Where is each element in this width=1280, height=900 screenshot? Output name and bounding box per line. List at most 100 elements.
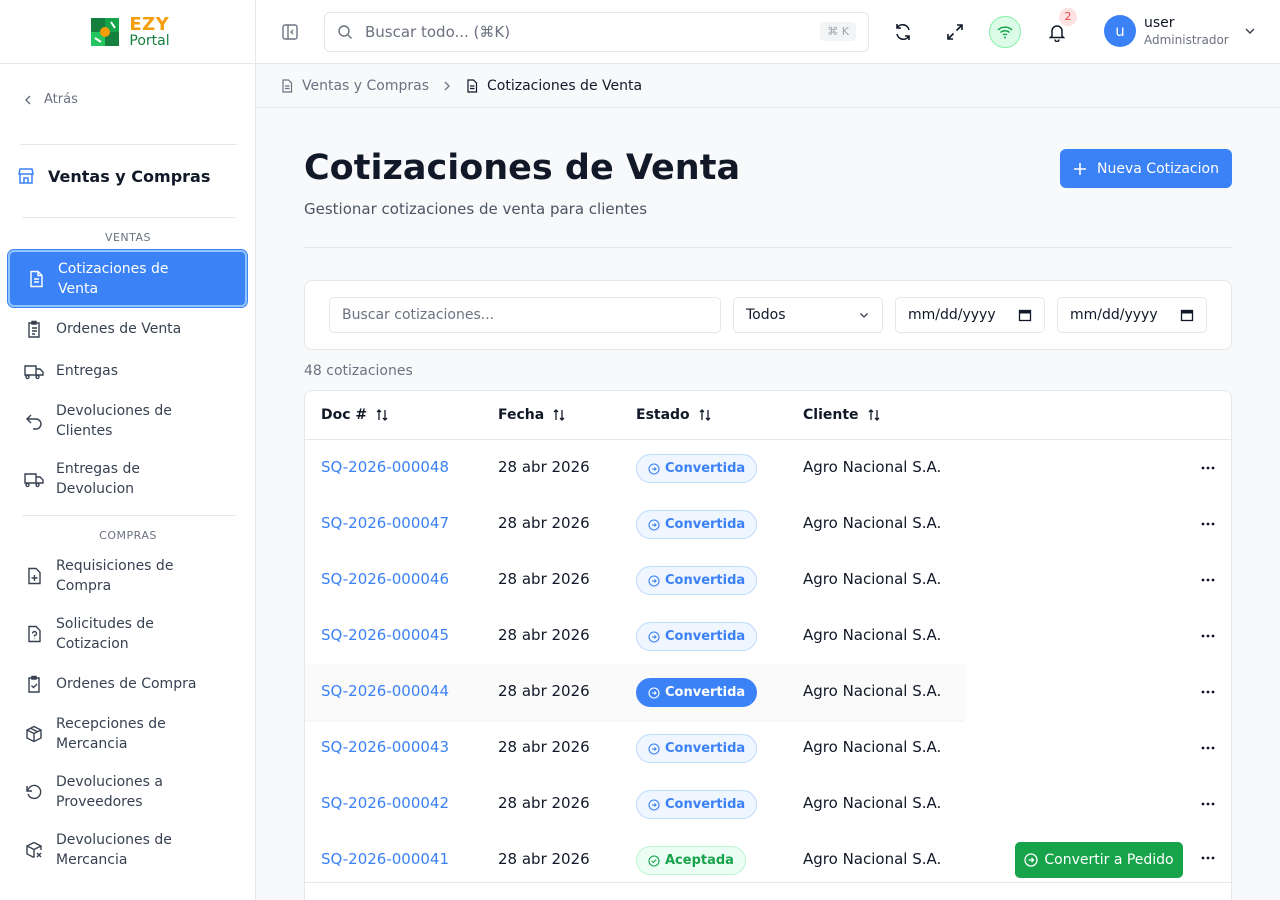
date-from-input[interactable]: mm/dd/yyyy bbox=[895, 297, 1045, 333]
sidebar-item-devoluciones-proveedores[interactable]: Devoluciones a Proveedores bbox=[8, 771, 247, 813]
convert-to-order-button[interactable]: Convertir a Pedido bbox=[1015, 842, 1183, 878]
table-row[interactable]: SQ-2026-000044 28 abr 2026 Convertida Ag… bbox=[305, 664, 965, 720]
table-row[interactable]: SQ-2026-000041 28 abr 2026 Aceptada Agro… bbox=[305, 834, 1231, 882]
column-header-fecha[interactable]: Fecha bbox=[498, 407, 566, 423]
undo-icon bbox=[24, 411, 44, 431]
sidebar-item-entregas[interactable]: Entregas bbox=[8, 360, 247, 382]
panel-left-icon bbox=[282, 24, 298, 40]
table-row[interactable]: SQ-2026-000043 28 abr 2026 Convertida Ag… bbox=[305, 720, 1231, 776]
doc-number-link[interactable]: SQ-2026-000045 bbox=[321, 626, 449, 644]
column-header-estado[interactable]: Estado bbox=[636, 407, 712, 423]
sidebar-toggle-button[interactable] bbox=[274, 16, 306, 48]
status-badge: Convertida bbox=[636, 510, 758, 539]
doc-number-link[interactable]: SQ-2026-000044 bbox=[321, 682, 449, 700]
table-row[interactable]: SQ-2026-000046 28 abr 2026 Convertida Ag… bbox=[305, 552, 1231, 608]
notifications-button[interactable]: 2 bbox=[1041, 8, 1077, 48]
arrow-right-circle-icon bbox=[648, 462, 660, 475]
user-role: Administrador bbox=[1144, 33, 1229, 47]
quote-date: 28 abr 2026 bbox=[498, 738, 590, 756]
row-actions-button[interactable] bbox=[1198, 626, 1218, 646]
user-menu[interactable]: u user Administrador bbox=[1104, 14, 1257, 48]
avatar: u bbox=[1104, 15, 1136, 47]
arrow-right-circle-icon bbox=[648, 798, 660, 811]
chevron-down-icon bbox=[860, 313, 868, 318]
sidebar-item-recepciones-mercancia[interactable]: Recepciones de Mercancia bbox=[8, 713, 247, 755]
truck-icon bbox=[24, 469, 44, 489]
arrow-right-circle-icon bbox=[648, 686, 660, 699]
global-search-placeholder: Buscar todo... (⌘K) bbox=[365, 23, 511, 41]
logo[interactable]: EZY Portal bbox=[85, 12, 170, 52]
row-actions-button[interactable] bbox=[1198, 848, 1218, 868]
quote-date: 28 abr 2026 bbox=[498, 682, 590, 700]
global-search-input[interactable]: Buscar todo... (⌘K) ⌘ K bbox=[324, 12, 869, 52]
status-select[interactable]: Todos bbox=[733, 297, 883, 333]
refresh-button[interactable] bbox=[887, 16, 919, 48]
sidebar: EZY Portal Atrás Ventas y Compras VENTAS… bbox=[0, 0, 256, 900]
page-title: Cotizaciones de Venta bbox=[304, 148, 741, 188]
client-name: Agro Nacional S.A. bbox=[803, 626, 942, 644]
more-horizontal-icon bbox=[1201, 802, 1215, 806]
module-title-label: Ventas y Compras bbox=[48, 166, 211, 186]
doc-number-link[interactable]: SQ-2026-000048 bbox=[321, 458, 449, 476]
quote-search-placeholder: Buscar cotizaciones... bbox=[342, 307, 495, 323]
sidebar-item-entregas-devolucion[interactable]: Entregas de Devolucion bbox=[8, 458, 247, 500]
store-icon bbox=[18, 168, 34, 184]
table-row[interactable]: SQ-2026-000047 28 abr 2026 Convertida Ag… bbox=[305, 496, 1231, 552]
logo-area: EZY Portal bbox=[0, 0, 255, 64]
sidebar-item-solicitudes-cotizacion[interactable]: Solicitudes de Cotizacion bbox=[8, 613, 247, 655]
sidebar-item-requisiciones-compra[interactable]: Requisiciones de Compra bbox=[8, 555, 247, 597]
row-actions-button[interactable] bbox=[1198, 794, 1218, 814]
doc-number-link[interactable]: SQ-2026-000041 bbox=[321, 850, 449, 868]
search-icon bbox=[338, 25, 352, 39]
sidebar-item-ordenes-venta[interactable]: Ordenes de Venta bbox=[8, 318, 247, 340]
sidebar-item-cotizaciones-venta[interactable]: Cotizaciones de Venta bbox=[8, 250, 247, 307]
sidebar-item-label: Cotizaciones de Venta bbox=[58, 260, 169, 297]
sidebar-item-label: Entregas de Devolucion bbox=[56, 461, 140, 497]
sort-icon bbox=[699, 409, 711, 421]
doc-number-link[interactable]: SQ-2026-000042 bbox=[321, 794, 449, 812]
column-header-doc[interactable]: Doc # bbox=[321, 407, 389, 423]
date-to-input[interactable]: mm/dd/yyyy bbox=[1057, 297, 1207, 333]
module-title: Ventas y Compras bbox=[16, 166, 210, 186]
client-name: Agro Nacional S.A. bbox=[803, 682, 942, 700]
sidebar-item-label: Entregas bbox=[56, 363, 119, 379]
status-badge: Convertida bbox=[636, 790, 758, 819]
column-header-cliente[interactable]: Cliente bbox=[803, 407, 881, 423]
sidebar-item-devoluciones-mercancia[interactable]: Devoluciones de Mercancia bbox=[8, 829, 247, 871]
more-horizontal-icon bbox=[1201, 466, 1215, 470]
fullscreen-button[interactable] bbox=[939, 16, 971, 48]
connection-status-button[interactable] bbox=[989, 16, 1021, 48]
table-row[interactable]: SQ-2026-000042 28 abr 2026 Convertida Ag… bbox=[305, 776, 1231, 832]
refresh-icon bbox=[896, 24, 910, 40]
sidebar-item-label: Devoluciones a Proveedores bbox=[56, 774, 163, 810]
sidebar-item-ordenes-compra[interactable]: Ordenes de Compra bbox=[8, 673, 247, 695]
section-label-compras: COMPRAS bbox=[99, 529, 157, 542]
sidebar-item-devoluciones-clientes[interactable]: Devoluciones de Clientes bbox=[8, 400, 247, 442]
status-select-value: Todos bbox=[746, 307, 786, 323]
row-actions-button[interactable] bbox=[1198, 514, 1218, 534]
table-row[interactable]: SQ-2026-000048 28 abr 2026 Convertida Ag… bbox=[305, 440, 1231, 496]
quote-search-input[interactable]: Buscar cotizaciones... bbox=[329, 297, 721, 333]
breadcrumb-parent[interactable]: Ventas y Compras bbox=[302, 78, 429, 94]
file-text-icon bbox=[467, 78, 478, 93]
quote-date: 28 abr 2026 bbox=[498, 458, 590, 476]
row-actions-button[interactable] bbox=[1198, 682, 1218, 702]
row-actions-button[interactable] bbox=[1198, 458, 1218, 478]
breadcrumb-current: Cotizaciones de Venta bbox=[487, 77, 643, 94]
new-quote-button[interactable]: Nueva Cotizacion bbox=[1060, 149, 1232, 188]
user-name: user bbox=[1144, 15, 1175, 31]
more-horizontal-icon bbox=[1201, 856, 1215, 860]
date-from-value: mm/dd/yyyy bbox=[908, 307, 996, 323]
sort-icon bbox=[376, 409, 388, 421]
quote-date: 28 abr 2026 bbox=[498, 626, 590, 644]
date-to-value: mm/dd/yyyy bbox=[1070, 307, 1158, 323]
calendar-icon bbox=[1018, 309, 1032, 322]
doc-number-link[interactable]: SQ-2026-000047 bbox=[321, 514, 449, 532]
arrow-right-circle-icon bbox=[1024, 853, 1039, 867]
row-actions-button[interactable] bbox=[1198, 738, 1218, 758]
doc-number-link[interactable]: SQ-2026-000046 bbox=[321, 570, 449, 588]
table-row[interactable]: SQ-2026-000045 28 abr 2026 Convertida Ag… bbox=[305, 608, 1231, 664]
back-link[interactable]: Atrás bbox=[22, 92, 78, 107]
row-actions-button[interactable] bbox=[1198, 570, 1218, 590]
doc-number-link[interactable]: SQ-2026-000043 bbox=[321, 738, 449, 756]
